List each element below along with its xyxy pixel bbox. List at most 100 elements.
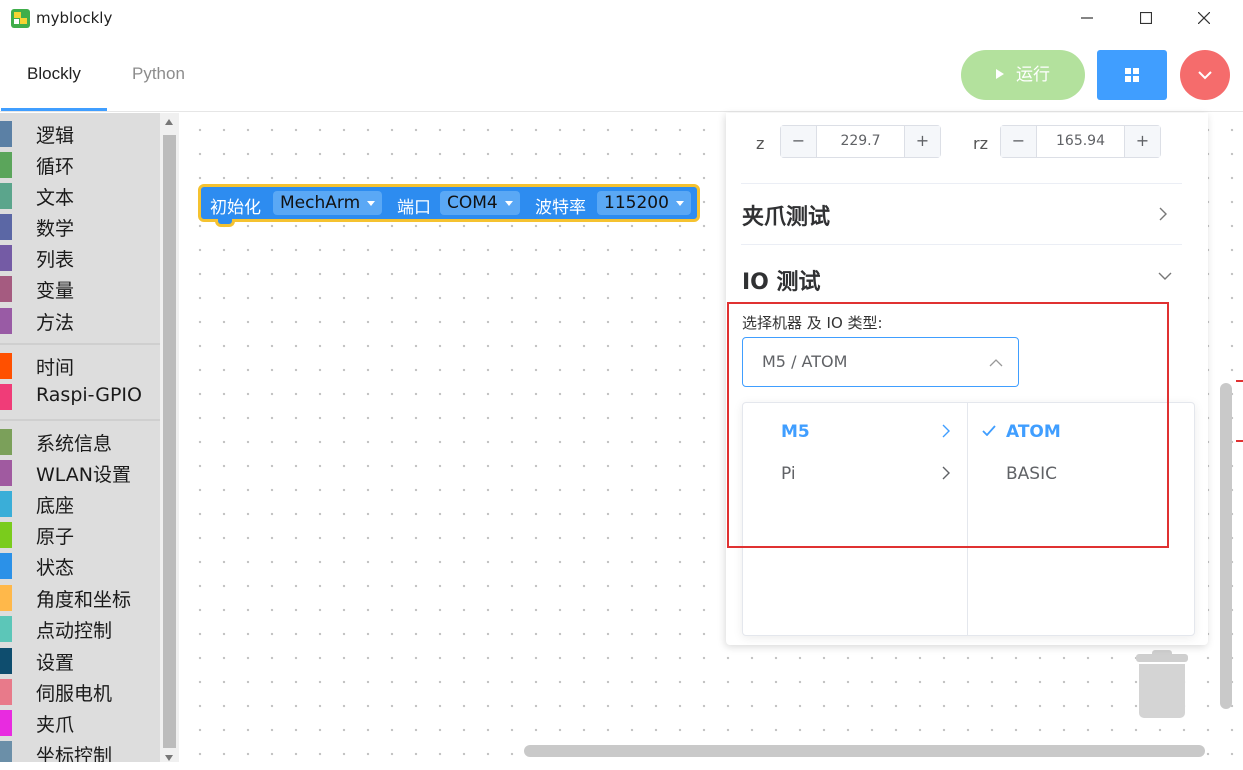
scroll-down-icon[interactable] <box>165 755 173 761</box>
toolbox-category-label: 角度和坐标 <box>36 589 132 611</box>
category-color-bar <box>0 491 12 517</box>
close-icon <box>1198 12 1210 24</box>
close-button[interactable] <box>1181 0 1227 36</box>
z-stepper[interactable]: − 229.7 + <box>780 125 941 158</box>
toolbox-category[interactable]: WLAN设置 <box>0 457 160 487</box>
toolbox-category-label: 循环 <box>36 156 75 178</box>
toolbox-category[interactable]: 变量 <box>0 273 160 303</box>
toolbox-category[interactable]: 伺服电机 <box>0 676 160 706</box>
scroll-up-icon[interactable] <box>165 119 173 125</box>
toolbox-category-label: 伺服电机 <box>36 683 113 705</box>
trash-icon[interactable] <box>1136 650 1188 720</box>
category-color-bar <box>0 353 12 379</box>
minimize-button[interactable] <box>1064 0 1110 36</box>
toolbox-category-label: 设置 <box>36 652 75 674</box>
toolbox-separator <box>0 343 160 345</box>
baud-dropdown[interactable]: 115200 <box>597 191 691 215</box>
category-color-bar <box>0 585 12 611</box>
workspace-horizontal-scrollbar[interactable] <box>524 745 1205 757</box>
toolbox-category[interactable]: 逻辑 <box>0 118 160 148</box>
block-init-label: 初始化 <box>210 198 261 218</box>
category-color-bar <box>0 616 12 642</box>
port-dropdown-value: COM4 <box>447 193 498 213</box>
app-window: myblockly Blockly Python 运行 逻辑循环 文本数学列表 变量… <box>0 0 1243 770</box>
toolbox-category[interactable]: 系统信息 <box>0 426 160 456</box>
port-dropdown[interactable]: COM4 <box>440 191 520 215</box>
maximize-button[interactable] <box>1123 0 1169 36</box>
rz-stepper[interactable]: − 165.94 + <box>1000 125 1161 158</box>
toolbox-category[interactable]: 状态 <box>0 550 160 580</box>
toolbox-category-label: 原子 <box>36 526 75 548</box>
edge-mark <box>1236 380 1243 382</box>
divider <box>741 183 1182 184</box>
title-bar: myblockly <box>0 0 1243 36</box>
toolbox-category[interactable]: 原子 <box>0 519 160 549</box>
toolbox-category[interactable]: 坐标控制 <box>0 738 160 762</box>
category-color-bar <box>0 648 12 674</box>
dropdown-arrow-icon <box>367 201 376 206</box>
toolbox-category[interactable]: 时间 <box>0 350 160 380</box>
category-color-bar <box>0 183 12 209</box>
category-color-bar <box>0 214 12 240</box>
toolbox-category-label: 列表 <box>36 249 75 271</box>
toolbox-scrollbar[interactable] <box>160 113 179 762</box>
toolbox-category-label: 状态 <box>36 557 75 579</box>
category-color-bar <box>0 429 12 455</box>
rz-decrement-button[interactable]: − <box>1001 126 1037 157</box>
dropdown-arrow-icon <box>504 201 513 206</box>
category-color-bar <box>0 710 12 736</box>
chevron-right-icon[interactable] <box>1158 207 1168 221</box>
rz-value[interactable]: 165.94 <box>1037 126 1124 157</box>
play-icon <box>996 69 1004 79</box>
tab-python[interactable]: Python <box>132 64 185 84</box>
rz-increment-button[interactable]: + <box>1124 126 1160 157</box>
toolbox-category-label: WLAN设置 <box>36 464 132 486</box>
category-color-bar <box>0 522 12 548</box>
toolbox-category[interactable]: 点动控制 <box>0 613 160 643</box>
toolbox-category[interactable]: 设置 <box>0 645 160 675</box>
dropdown-arrow-icon <box>675 201 684 206</box>
workspace-vertical-scrollbar[interactable] <box>1220 383 1232 709</box>
toolbox-category[interactable]: 文本 <box>0 180 160 210</box>
z-decrement-button[interactable]: − <box>781 126 817 157</box>
block-connector <box>215 219 235 227</box>
layout-toggle-button[interactable] <box>1097 50 1167 100</box>
toolbox-category[interactable]: 角度和坐标 <box>0 582 160 612</box>
init-block[interactable]: 初始化 MechArm 端口 COM4 波特率 115200 <box>198 184 700 227</box>
toolbox-category-label: 时间 <box>36 357 75 379</box>
toolbox-category-label: 坐标控制 <box>36 745 113 762</box>
robot-dropdown[interactable]: MechArm <box>273 191 383 215</box>
toolbox-scroll-thumb[interactable] <box>163 135 176 748</box>
divider <box>741 244 1182 245</box>
tab-blockly[interactable]: Blockly <box>27 64 81 84</box>
toolbox-category[interactable]: Raspi-GPIO <box>0 381 160 411</box>
toolbox-category-label: 数学 <box>36 218 75 240</box>
z-increment-button[interactable]: + <box>904 126 940 157</box>
annotation-highlight-box <box>727 302 1169 548</box>
toolbox-category[interactable]: 方法 <box>0 305 160 335</box>
edge-mark <box>1236 440 1243 442</box>
run-button[interactable]: 运行 <box>961 50 1085 100</box>
rz-label: rz <box>973 134 988 153</box>
toolbox-category[interactable]: 底座 <box>0 488 160 518</box>
category-color-bar <box>0 741 12 762</box>
toolbox-category[interactable]: 数学 <box>0 211 160 241</box>
baud-dropdown-value: 115200 <box>604 193 669 213</box>
chevron-down-icon[interactable] <box>1158 271 1172 281</box>
toolbox-category-label: Raspi-GPIO <box>36 384 142 406</box>
toolbox-category[interactable]: 列表 <box>0 242 160 272</box>
category-color-bar <box>0 276 12 302</box>
robot-dropdown-value: MechArm <box>280 193 361 213</box>
toolbox-category[interactable]: 夹爪 <box>0 707 160 737</box>
category-color-bar <box>0 384 12 410</box>
block-baud-label: 波特率 <box>535 198 586 218</box>
block-port-label: 端口 <box>397 198 431 218</box>
category-color-bar <box>0 121 12 147</box>
z-value[interactable]: 229.7 <box>817 126 904 157</box>
io-test-title[interactable]: IO 测试 <box>742 264 821 296</box>
toolbox-category[interactable]: 循环 <box>0 149 160 179</box>
category-color-bar <box>0 245 12 271</box>
collapse-menu-button[interactable] <box>1180 50 1230 100</box>
chevron-down-icon <box>1198 71 1212 80</box>
gripper-test-title[interactable]: 夹爪测试 <box>742 199 830 231</box>
